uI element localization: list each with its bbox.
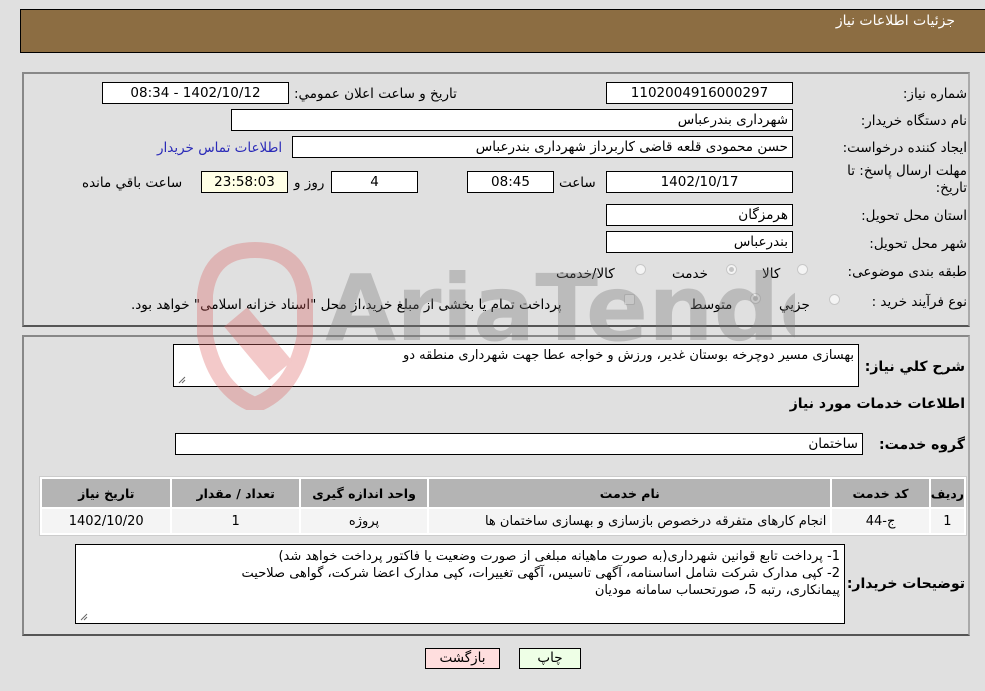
city-label: شهر محل تحويل: bbox=[869, 236, 967, 252]
col-qty: تعداد / مقدار bbox=[172, 479, 299, 507]
buyer-org-label: نام دستگاه خريدار: bbox=[860, 113, 967, 129]
resize-grip-icon[interactable] bbox=[79, 612, 88, 621]
process-type-label: نوع فرآيند خريد : bbox=[871, 294, 967, 310]
need-number-field[interactable]: 1102004916000297 bbox=[606, 82, 793, 104]
remaining-time-label: ساعت باقي مانده bbox=[82, 175, 183, 191]
buyer-contact-link[interactable]: اطلاعات تماس خريدار bbox=[157, 140, 282, 156]
description-text: بهسازی مسیر دوچرخه بوستان غدیر، ورزش و خ… bbox=[402, 348, 854, 363]
creator-field[interactable]: حسن محمودی قلعه قاضی کاربرداز شهرداری بن… bbox=[292, 136, 793, 158]
services-section-title: اطلاعات خدمات مورد نياز bbox=[789, 396, 965, 412]
remaining-days-field[interactable]: 4 bbox=[331, 171, 418, 193]
process-radio-medium[interactable] bbox=[750, 293, 761, 304]
category-option-goods: کالا bbox=[762, 266, 781, 282]
announce-datetime-field[interactable]: 1402/10/12 - 08:34 bbox=[102, 82, 289, 104]
process-option-medium: متوسط bbox=[690, 297, 733, 313]
need-number-label: شماره نیاز: bbox=[902, 86, 967, 102]
service-group-field[interactable]: ساختمان bbox=[175, 433, 863, 455]
print-button[interactable]: چاپ bbox=[519, 648, 581, 669]
buyer-notes-line-2: 2- کپی مدارک شرکت شامل اساسنامه، آگهی تا… bbox=[241, 566, 840, 581]
category-radio-goods[interactable] bbox=[797, 264, 808, 275]
col-index: رديف bbox=[930, 479, 964, 507]
buyer-notes-line-3: پیمانکاری، رتبه 5، صورتحساب سامانه مودیا… bbox=[594, 583, 840, 598]
cell-index: 1 bbox=[930, 509, 964, 533]
creator-label: ايجاد كننده درخواست: bbox=[842, 140, 967, 156]
description-label: شرح كلي نياز: bbox=[864, 359, 965, 375]
col-unit: واحد اندازه گيری bbox=[300, 479, 428, 507]
category-option-service: خدمت bbox=[672, 266, 708, 282]
resize-grip-icon[interactable] bbox=[177, 375, 186, 384]
col-code: كد خدمت bbox=[832, 479, 929, 507]
description-textarea[interactable]: بهسازی مسیر دوچرخه بوستان غدیر، ورزش و خ… bbox=[173, 344, 859, 387]
col-name: نام خدمت bbox=[429, 479, 831, 507]
category-radio-service[interactable] bbox=[726, 264, 737, 275]
buyer-notes-textarea[interactable]: 1- پرداخت تابع قوانین شهرداری(به صورت ما… bbox=[75, 544, 845, 624]
deadline-time-field[interactable]: 08:45 bbox=[467, 171, 554, 193]
remaining-time-field[interactable]: 23:58:03 bbox=[201, 171, 288, 193]
deadline-label-line2: تاريخ: bbox=[935, 180, 967, 196]
treasury-note: پرداخت تمام يا بخشی از مبلغ خريد،از محل … bbox=[131, 297, 562, 313]
category-option-goods-service: کالا/خدمت bbox=[556, 266, 615, 282]
table-row: 1 ج-44 انجام کارهای متفرقه درخصوص بازساز… bbox=[42, 509, 964, 533]
process-option-minor: جزيي bbox=[779, 297, 810, 313]
page-title: جزئیات اطلاعات نیاز bbox=[835, 13, 955, 29]
province-field[interactable]: هرمزگان bbox=[606, 204, 793, 226]
process-radio-minor[interactable] bbox=[829, 294, 840, 305]
deadline-date-field[interactable]: 1402/10/17 bbox=[606, 171, 793, 193]
deadline-time-label: ساعت bbox=[559, 175, 596, 191]
service-group-label: گروه خدمت: bbox=[879, 437, 965, 453]
cell-name: انجام کارهای متفرقه درخصوص بازسازی و بهس… bbox=[429, 509, 831, 533]
services-table-header: رديف كد خدمت نام خدمت واحد اندازه گيری ت… bbox=[42, 479, 964, 507]
buyer-org-field[interactable]: شهرداری بندرعباس bbox=[231, 109, 793, 131]
cell-unit: پروژه bbox=[300, 509, 428, 533]
announce-datetime-label: تاریخ و ساعت اعلان عمومي: bbox=[294, 86, 457, 102]
cell-qty: 1 bbox=[172, 509, 299, 533]
category-radio-goods-service[interactable] bbox=[635, 264, 646, 275]
cell-date: 1402/10/20 bbox=[42, 509, 171, 533]
category-label: طبقه بندی موضوعی: bbox=[847, 264, 967, 280]
city-field[interactable]: بندرعباس bbox=[606, 231, 793, 253]
col-date: تاريخ نياز bbox=[42, 479, 171, 507]
province-label: استان محل تحويل: bbox=[861, 208, 967, 224]
buyer-notes-label: توضيحات خريدار: bbox=[846, 576, 965, 592]
services-table: رديف كد خدمت نام خدمت واحد اندازه گيری ت… bbox=[39, 476, 967, 536]
deadline-label-line1: مهلت ارسال پاسخ: تا bbox=[847, 163, 967, 179]
treasury-checkbox[interactable] bbox=[624, 294, 635, 305]
back-button[interactable]: بازگشت bbox=[425, 648, 500, 669]
deadline-label: مهلت ارسال پاسخ: تا تاريخ: bbox=[847, 163, 967, 197]
cell-code: ج-44 bbox=[832, 509, 929, 533]
remaining-days-label: روز و bbox=[294, 175, 325, 191]
buyer-notes-line-1: 1- پرداخت تابع قوانین شهرداری(به صورت ما… bbox=[278, 549, 840, 564]
